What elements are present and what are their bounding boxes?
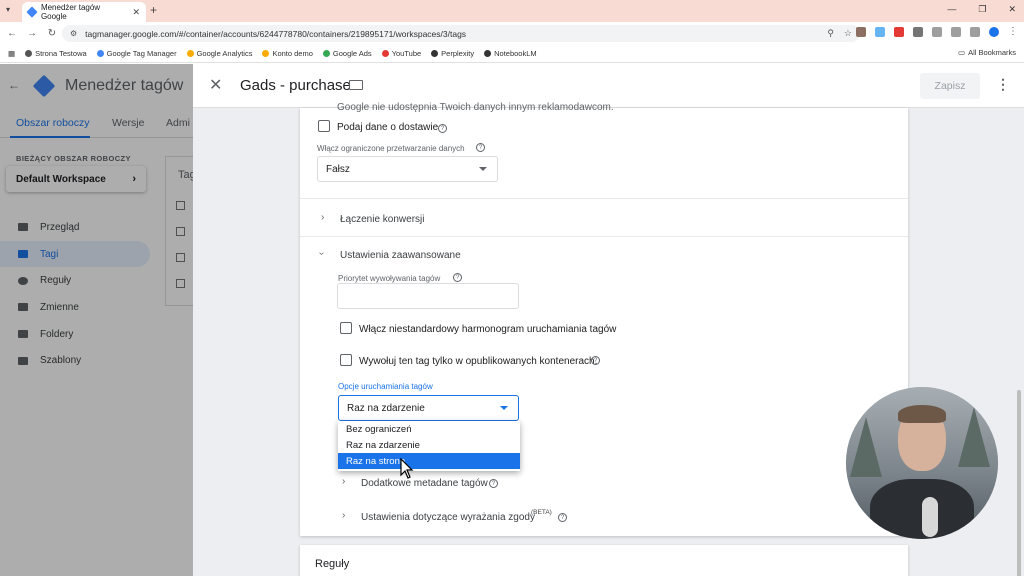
url-input[interactable]: ⚙ tagmanager.google.com/#/container/acco… [62,25,860,42]
close-window-icon[interactable]: ✕ [1008,4,1016,15]
privacy-note: Google nie udostępnia Twoich danych inny… [337,102,614,113]
extension-icon[interactable] [894,26,904,37]
restricted-processing-label: Włącz ograniczone przetwarzanie danych [317,144,465,153]
tab-title: Menedżer tagów Google [40,3,101,21]
dropdown-option[interactable]: Raz na zdarzenie [338,437,520,453]
help-icon[interactable]: ? [438,124,447,133]
delivery-label: Podaj dane o dostawie [337,122,439,133]
folder-icon: ▭ [957,48,966,57]
consent-settings-section[interactable]: Ustawienia dotyczące wyrażania zgody [361,512,535,523]
extension-icon[interactable] [932,26,942,37]
dropdown-caret-icon [479,167,487,171]
scrollbar[interactable] [1017,390,1021,576]
site-info-icon[interactable]: ⚙ [70,29,77,38]
divider [300,198,908,199]
tag-name[interactable]: Gads - purchase [240,77,351,94]
help-icon[interactable]: ? [476,143,485,152]
chevron-down-icon[interactable]: › [316,252,327,255]
beta-badge: (BETA) [531,509,552,516]
browser-tab[interactable]: Menedżer tagów Google ✕ [22,2,146,22]
chevron-right-icon[interactable]: › [342,510,345,521]
sidebar-icon[interactable] [970,26,980,37]
tag-config-card: Google nie udostępnia Twoich danych inny… [300,102,908,536]
microphone [922,497,938,537]
restricted-processing-select[interactable]: Fałsz [317,156,498,182]
published-only-checkbox[interactable] [340,354,352,366]
dropdown-caret-icon [500,406,508,410]
person-hair [898,405,946,423]
triggers-card: Reguły [300,545,908,576]
bookmarks-bar: ▦ Strona Testowa Google Tag Manager Goog… [0,44,1024,63]
bookmark-item[interactable]: Perplexity [431,49,474,58]
help-icon[interactable]: ? [558,513,567,522]
tree-shape [958,407,990,467]
forward-icon[interactable]: → [24,28,40,39]
close-icon[interactable]: ✕ [209,75,222,95]
dropdown-option[interactable]: Bez ograniczeń [338,421,520,437]
additional-metadata-section[interactable]: Dodatkowe metadane tagów [361,478,488,489]
bookmark-item[interactable]: Google Tag Manager [96,49,177,58]
gtm-favicon-icon [26,6,38,18]
priority-input[interactable] [337,283,519,309]
extension-icon[interactable] [913,26,923,37]
mouse-cursor-icon [400,458,414,479]
delivery-checkbox[interactable] [318,120,330,132]
close-tab-icon[interactable]: ✕ [132,7,140,18]
help-icon[interactable]: ? [591,356,600,365]
advanced-settings-section[interactable]: Ustawienia zaawansowane [340,250,461,261]
back-icon[interactable]: ← [4,28,20,39]
chevron-right-icon[interactable]: › [342,476,345,487]
profile-avatar[interactable] [989,26,999,37]
puzzle-icon[interactable] [951,26,961,37]
extension-icon[interactable] [856,26,866,37]
bookmark-item[interactable]: Strona Testowa [25,49,87,58]
help-icon[interactable]: ? [489,479,498,488]
restricted-processing-value: Fałsz [326,163,350,175]
new-tab-icon[interactable]: + [150,3,157,17]
bookmark-star-icon[interactable]: ☆ [844,28,852,39]
browser-tabbar: ▾ Menedżer tagów Google ✕ + — ❐ ✕ [0,0,1024,22]
chevron-right-icon[interactable]: › [321,212,324,223]
extensions-area: ⋮ [856,26,1018,37]
zoom-icon[interactable]: ⚲ [827,28,834,39]
more-options-icon[interactable]: ⋮ [996,76,1010,93]
help-icon[interactable]: ? [453,273,462,282]
maximize-icon[interactable]: ❐ [978,4,986,15]
bookmark-item[interactable]: Google Ads [322,49,372,58]
minimize-icon[interactable]: — [947,4,956,15]
tree-shape [850,417,882,477]
bookmark-item[interactable]: NotebookLM [484,49,537,58]
all-bookmarks[interactable]: ▭ All Bookmarks [958,48,1016,57]
save-button[interactable]: Zapisz [920,73,980,99]
reload-icon[interactable]: ↻ [44,28,60,39]
window-controls: — ❐ ✕ [947,4,1016,15]
firing-options-dropdown: Bez ograniczeń Raz na zdarzenie Raz na s… [338,421,520,471]
apps-icon[interactable]: ▦ [8,49,15,58]
published-only-label: Wywołuj ten tag tylko w opublikowanych k… [359,356,598,367]
bookmark-item[interactable]: Google Analytics [186,49,252,58]
firing-options-value: Raz na zdarzenie [347,402,425,414]
folder-icon[interactable] [349,80,363,90]
url-text: tagmanager.google.com/#/container/accoun… [85,28,467,39]
firing-options-select[interactable]: Raz na zdarzenie [338,395,519,421]
triggers-title[interactable]: Reguły [315,558,349,570]
custom-schedule-checkbox[interactable] [340,322,352,334]
priority-label: Priorytet wywoływania tagów [338,274,441,283]
menu-icon[interactable]: ⋮ [1008,26,1018,37]
custom-schedule-label: Włącz niestandardowy harmonogram urucham… [359,324,617,335]
divider [300,236,908,237]
tab-list-icon[interactable]: ▾ [6,5,10,14]
bookmark-item[interactable]: YouTube [381,49,421,58]
firing-options-label: Opcje uruchamiania tagów [338,382,433,391]
conversion-linking-section[interactable]: Łączenie konwersji [340,214,425,225]
webcam-overlay [846,387,998,539]
dropdown-option-selected[interactable]: Raz na stronę [338,453,520,469]
extension-icon[interactable] [875,26,885,37]
bookmark-item[interactable]: Konto demo [262,49,313,58]
